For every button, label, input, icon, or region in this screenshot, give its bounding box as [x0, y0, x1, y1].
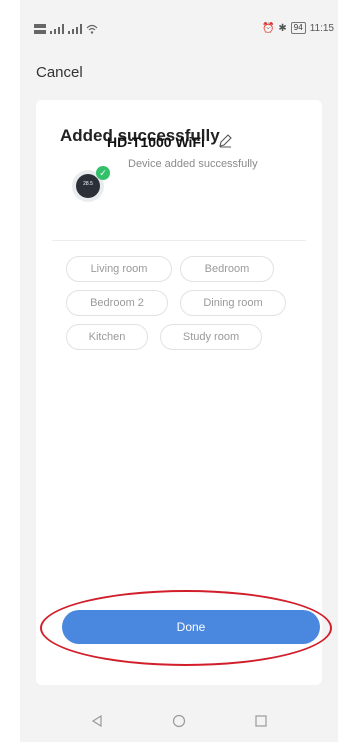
done-button[interactable]: Done [62, 610, 320, 644]
signal-icon [50, 24, 64, 34]
thermostat-reading: 28.5 [83, 181, 93, 187]
divider [52, 240, 306, 241]
status-bar: ⏰ ✱ 94 11:15 [20, 0, 338, 40]
pencil-icon[interactable] [218, 134, 232, 148]
thermostat-icon: 28.5 [76, 174, 100, 198]
wifi-icon [86, 24, 98, 34]
device-name: HD-T1000 WiFi [107, 134, 205, 150]
room-chip[interactable]: Living room [66, 256, 172, 282]
alarm-icon: ⏰ [261, 22, 275, 34]
signal-icon [68, 24, 82, 34]
app-screen: ⏰ ✱ 94 11:15 Cancel Added successfully 2… [20, 0, 338, 742]
status-left-icons [34, 24, 98, 34]
status-right-icons: ⏰ ✱ 94 11:15 [262, 22, 334, 34]
home-icon[interactable] [172, 714, 186, 728]
room-chip[interactable]: Dining room [180, 290, 286, 316]
room-chip[interactable]: Study room [160, 324, 262, 350]
room-chip[interactable]: Bedroom 2 [66, 290, 168, 316]
battery-icon: 94 [290, 22, 306, 34]
recents-icon[interactable] [254, 714, 268, 728]
system-nav-bar [20, 700, 338, 742]
bluetooth-icon: ✱ [278, 22, 287, 34]
check-icon: ✓ [96, 166, 110, 180]
room-chip[interactable]: Kitchen [66, 324, 148, 350]
back-icon[interactable] [90, 714, 104, 728]
room-chip[interactable]: Bedroom [180, 256, 274, 282]
cancel-button[interactable]: Cancel [36, 64, 83, 81]
status-time: 11:15 [309, 22, 334, 34]
sim-icon [34, 24, 46, 34]
device-status: Device added successfully [128, 158, 258, 170]
success-card: Added successfully 28.5 ✓ HD-T1000 WiFi … [36, 100, 332, 685]
